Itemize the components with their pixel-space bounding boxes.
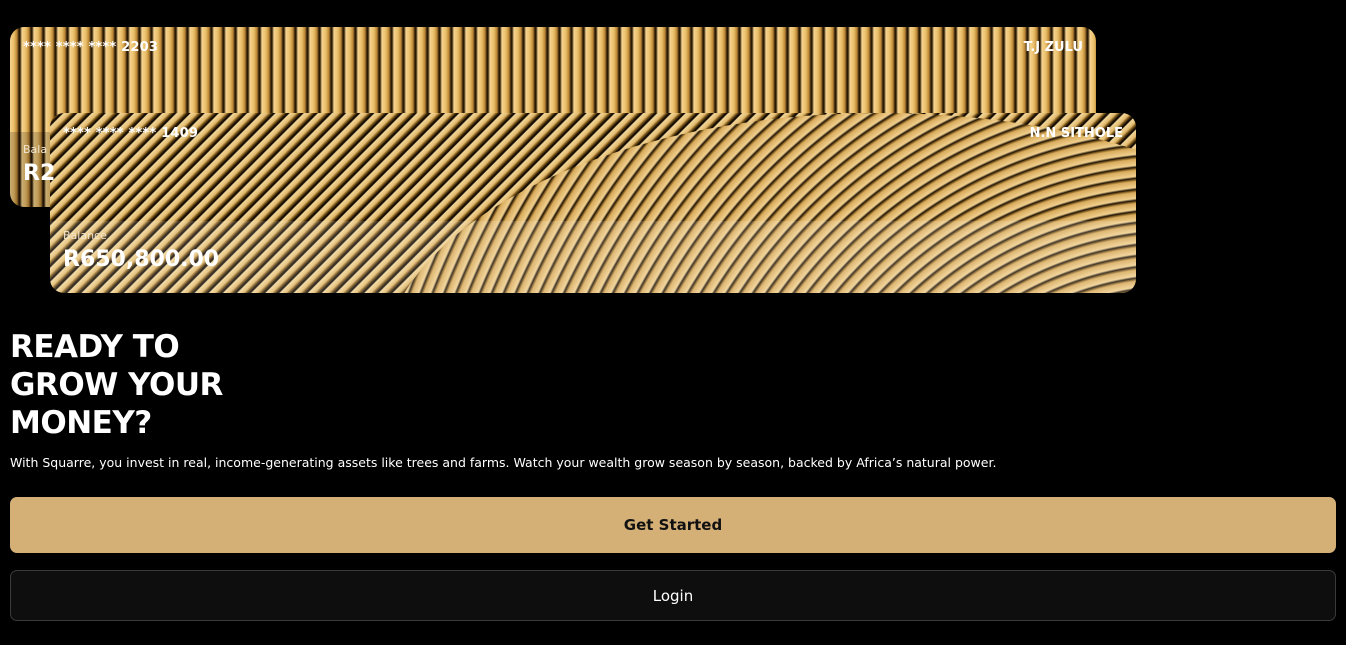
headline-line: READY TO xyxy=(10,329,180,365)
balance-label: Balance xyxy=(63,229,107,242)
balance-label: Bala xyxy=(23,143,48,156)
card-holder-name: T.J ZULU xyxy=(1023,40,1083,55)
card-number: **** **** **** 2203 xyxy=(23,40,159,55)
card-holder-name: N.N SITHOLE xyxy=(1029,126,1123,141)
get-started-button[interactable]: Get Started xyxy=(10,497,1336,553)
hero-description: With Squarre, you invest in real, income… xyxy=(10,455,997,470)
headline-line: MONEY? xyxy=(10,405,152,441)
headline-line: GROW YOUR xyxy=(10,367,223,403)
balance-value: R650,800.00 xyxy=(63,247,220,272)
card-number: **** **** **** 1409 xyxy=(63,126,199,141)
onboarding-screen: **** **** **** 2203 T.J ZULU Bala R2 ***… xyxy=(0,0,1346,645)
login-button[interactable]: Login xyxy=(10,570,1336,621)
balance-value: R2 xyxy=(23,161,56,186)
bank-card-front: **** **** **** 1409 N.N SITHOLE Balance … xyxy=(50,113,1136,293)
page-title: READY TO GROW YOUR MONEY? xyxy=(10,328,223,442)
